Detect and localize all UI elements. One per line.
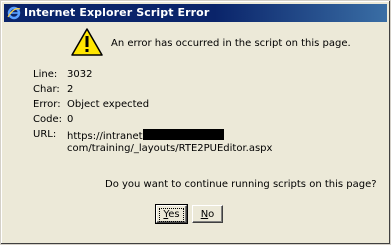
error-details: Line: 3032 Char: 2 Error: Object expecte… — [33, 69, 373, 161]
code-value: 0 — [67, 114, 74, 125]
yes-button-label: Yes — [159, 208, 184, 222]
error-row: Error: Object expected — [33, 99, 373, 114]
url-prefix: https://intranet — [67, 131, 143, 142]
yes-button[interactable]: Yes — [155, 204, 188, 224]
url-suffix: com/training/_layouts/RTE2PUEditor.aspx — [67, 143, 273, 154]
continue-question: Do you want to continue running scripts … — [105, 179, 377, 190]
char-label: Char: — [33, 84, 60, 95]
error-value: Object expected — [67, 99, 150, 110]
title-bar[interactable]: Internet Explorer Script Error — [4, 4, 387, 22]
warning-icon — [71, 28, 103, 56]
yes-rest: es — [168, 209, 180, 220]
code-row: Code: 0 — [33, 114, 373, 129]
window-title: Internet Explorer Script Error — [24, 6, 210, 19]
script-error-dialog: Internet Explorer Script Error An error … — [0, 0, 391, 245]
url-row: URL: https://intranetcom/training/_layou… — [33, 129, 373, 161]
no-rest: o — [208, 209, 215, 220]
ie-icon — [7, 6, 21, 20]
error-message: An error has occurred in the script on t… — [111, 38, 351, 49]
line-value: 3032 — [67, 69, 93, 80]
redaction-bar — [142, 129, 224, 140]
line-label: Line: — [33, 69, 58, 80]
url-value: https://intranetcom/training/_layouts/RT… — [67, 129, 317, 155]
char-value: 2 — [67, 84, 74, 95]
url-label: URL: — [33, 129, 57, 140]
code-label: Code: — [33, 114, 62, 125]
error-label: Error: — [33, 99, 61, 110]
no-button-label: No — [201, 209, 215, 220]
line-row: Line: 3032 — [33, 69, 373, 84]
no-button[interactable]: No — [192, 205, 223, 223]
char-row: Char: 2 — [33, 84, 373, 99]
